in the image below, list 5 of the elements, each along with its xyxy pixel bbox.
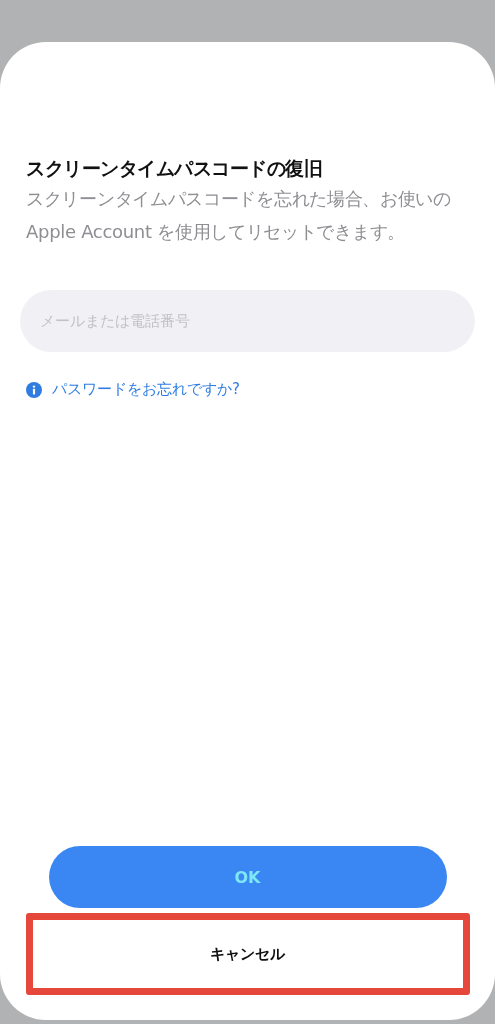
dialog-title: スクリーンタイムパスコードの復旧 (26, 156, 323, 181)
description-text: スクリーンタイムパスコードを忘れた場合、お使いの Apple Account を使用してリセットできます。 (26, 187, 452, 244)
forgot-password-link[interactable]: パスワードをお忘れですか? (52, 380, 240, 399)
ok-button[interactable]: OK (48, 846, 447, 908)
info-icon (26, 381, 42, 398)
